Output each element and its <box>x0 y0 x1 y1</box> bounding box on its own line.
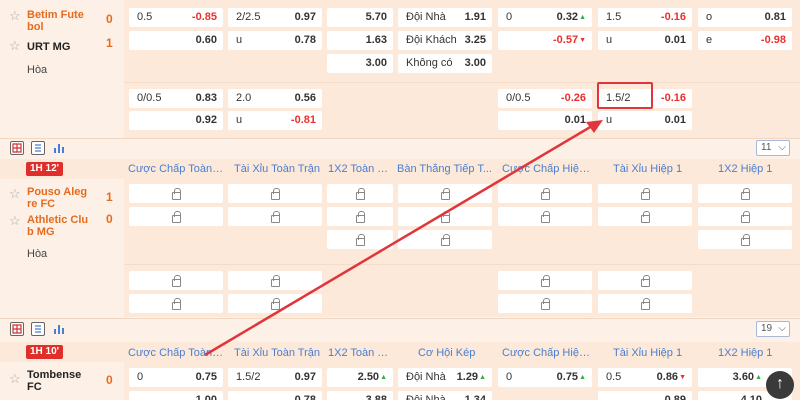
annotation-arrow <box>204 120 603 357</box>
